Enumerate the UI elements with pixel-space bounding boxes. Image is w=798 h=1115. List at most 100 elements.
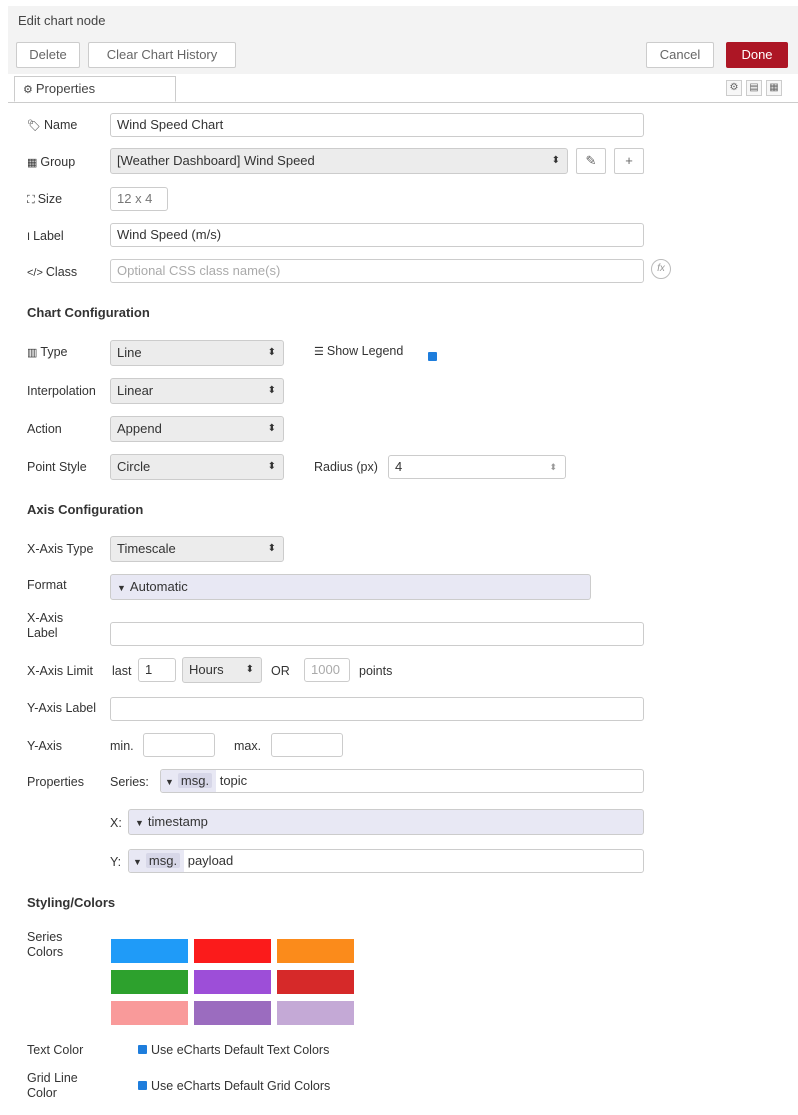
y-prop-input[interactable]: ▼ msg. payload [128, 849, 644, 873]
y-axis-max-input[interactable] [271, 733, 343, 757]
tag-icon: 🏷 [27, 120, 41, 132]
tab-properties[interactable]: ⚙ Properties [14, 76, 176, 102]
group-label-text: Group [40, 155, 76, 169]
list-icon: ☰ [314, 346, 324, 358]
caret-down-icon: ▼ [135, 818, 144, 828]
series-prop-input[interactable]: ▼ msg. topic [160, 769, 644, 793]
point-style-select-value: Circle [117, 459, 151, 474]
series-colors-label: Series Colors [27, 930, 63, 960]
format-select[interactable]: ▼ Automatic [110, 574, 591, 600]
x-axis-label-line1: X-Axis [27, 611, 64, 625]
cancel-button[interactable]: Cancel [646, 42, 714, 68]
styling-heading: Styling/Colors [27, 895, 116, 910]
series-color-swatch[interactable] [194, 970, 271, 994]
name-input[interactable]: Wind Speed Chart [110, 113, 644, 137]
x-axis-limit-unit-select[interactable]: Hours ⬍ [182, 657, 262, 683]
series-color-swatch[interactable] [194, 1001, 271, 1025]
select-arrow-icon: ⬍ [267, 385, 276, 396]
interpolation-select[interactable]: Linear ⬍ [110, 378, 284, 404]
select-arrow-icon: ⬍ [267, 347, 276, 358]
interpolation-select-value: Linear [117, 383, 154, 398]
caret-down-icon: ▼ [133, 857, 142, 867]
show-legend-label-text: Show Legend [326, 344, 404, 358]
class-label-text: Class [45, 265, 78, 279]
label-input[interactable]: Wind Speed (m/s) [110, 223, 644, 247]
delete-button[interactable]: Delete [16, 42, 80, 68]
group-select-value: [Weather Dashboard] Wind Speed [117, 153, 315, 168]
series-color-swatch[interactable] [111, 939, 188, 963]
action-label: Action [27, 422, 62, 436]
format-value: Automatic [129, 579, 188, 594]
series-color-swatch[interactable] [194, 939, 271, 963]
series-color-swatch[interactable] [277, 1001, 354, 1025]
series-colors-line2: Colors [27, 945, 64, 959]
axis-config-heading: Axis Configuration [27, 502, 144, 517]
show-legend-checkbox[interactable] [428, 352, 437, 362]
radius-value: 4 [395, 459, 403, 474]
class-label: </> Class [27, 265, 77, 281]
point-style-select[interactable]: Circle ⬍ [110, 454, 284, 480]
add-group-button[interactable]: + [614, 148, 644, 174]
class-input[interactable]: Optional CSS class name(s) [110, 259, 644, 283]
type-label-text: Type [40, 345, 68, 359]
y-type-selector[interactable]: ▼ msg. [129, 850, 185, 872]
appearance-icon[interactable]: ▦ [766, 80, 782, 96]
x-axis-limit-points-input[interactable]: 1000 [304, 658, 350, 682]
x-axis-label-input[interactable] [110, 622, 644, 646]
spinner-arrows-icon: ⬍ [549, 462, 557, 472]
x-axis-type-label: X-Axis Type [27, 542, 94, 556]
x-prop-label: X: [110, 816, 122, 830]
y-axis-max-label: max. [234, 739, 262, 753]
y-axis-label-input[interactable] [110, 697, 644, 721]
type-select-value: Line [117, 345, 142, 360]
type-select[interactable]: Line ⬍ [110, 340, 284, 366]
clear-history-button[interactable]: Clear Chart History [88, 42, 236, 68]
select-arrow-icon: ⬍ [267, 423, 276, 434]
chart-config-heading: Chart Configuration [27, 305, 150, 320]
grid-color-checkbox[interactable] [138, 1081, 147, 1091]
y-axis-label: Y-Axis [27, 739, 62, 753]
select-arrow-icon: ⬍ [551, 155, 560, 166]
grid-color-option[interactable]: Use eCharts Default Grid Colors [138, 1079, 330, 1094]
name-label-text: Name [43, 118, 78, 132]
text-color-checkbox[interactable] [138, 1045, 147, 1055]
x-prop-input[interactable]: ▼ timestamp [128, 809, 644, 835]
done-button[interactable]: Done [726, 42, 788, 68]
grid-color-option-label: Use eCharts Default Grid Colors [151, 1079, 331, 1093]
caret-down-icon: ▼ [165, 777, 174, 787]
grid-color-label: Grid Line Color [27, 1071, 78, 1101]
settings-icon[interactable]: ⚙ [726, 80, 742, 96]
plus-icon: + [625, 153, 633, 168]
y-axis-label-label: Y-Axis Label [27, 701, 97, 715]
text-color-label: Text Color [27, 1043, 84, 1057]
action-select[interactable]: Append ⬍ [110, 416, 284, 442]
description-icon[interactable]: ▤ [746, 80, 762, 96]
radius-spinner[interactable]: 4 ⬍ [388, 455, 566, 479]
size-button[interactable]: 12 x 4 [110, 187, 168, 211]
label-label: I Label [27, 229, 64, 245]
edit-group-button[interactable]: ✎ [576, 148, 606, 174]
show-legend-label: ☰ Show Legend [314, 344, 403, 360]
series-color-swatch[interactable] [111, 970, 188, 994]
expression-icon[interactable]: fx [651, 259, 671, 279]
pencil-icon: ✎ [585, 153, 597, 168]
group-select[interactable]: [Weather Dashboard] Wind Speed ⬍ [110, 148, 568, 174]
text-color-option[interactable]: Use eCharts Default Text Colors [138, 1043, 329, 1058]
series-type-selector[interactable]: ▼ msg. [161, 770, 217, 792]
x-axis-type-select[interactable]: Timescale ⬍ [110, 536, 284, 562]
series-color-swatch[interactable] [277, 970, 354, 994]
series-color-swatch[interactable] [277, 939, 354, 963]
x-axis-type-value: Timescale [117, 541, 176, 556]
y-prop-value: payload [187, 853, 234, 868]
text-cursor-icon: I [27, 231, 31, 243]
tab-bar: ⚙ Properties ⚙ ▤ ▦ [8, 76, 798, 103]
y-axis-min-input[interactable] [143, 733, 215, 757]
series-colors-line1: Series [27, 930, 63, 944]
series-prefix: msg. [177, 773, 213, 788]
x-axis-limit-count[interactable]: 1 [138, 658, 176, 682]
select-arrow-icon: ⬍ [267, 461, 276, 472]
table-icon: ▦ [27, 157, 38, 169]
interpolation-label: Interpolation [27, 384, 96, 398]
series-color-swatch[interactable] [111, 1001, 188, 1025]
dialog-toolbar: Delete Clear Chart History Cancel Done [8, 36, 798, 74]
